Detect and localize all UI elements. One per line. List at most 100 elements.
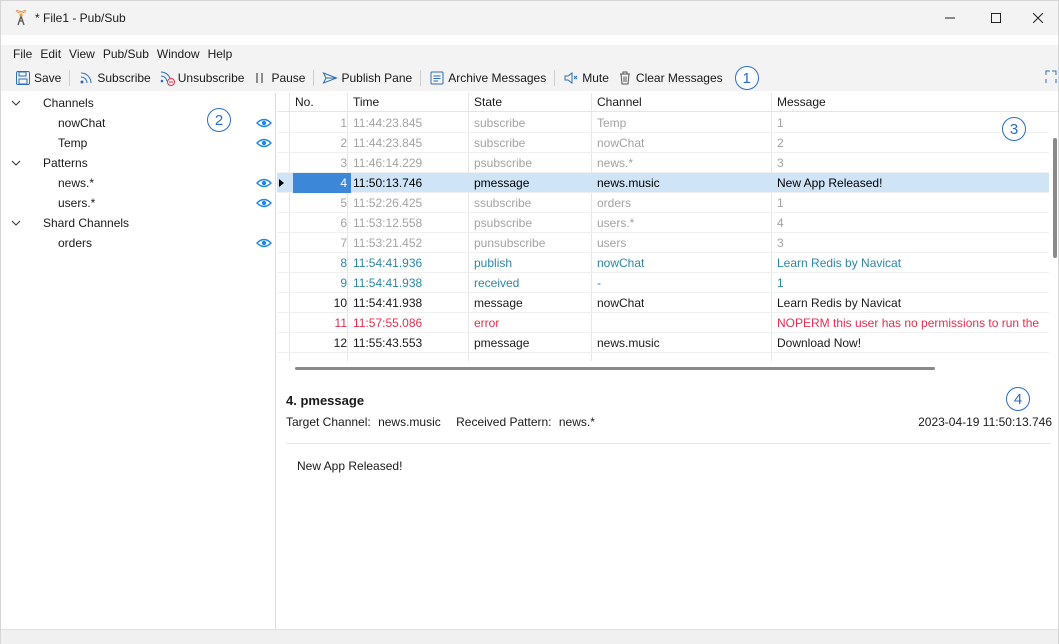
table-row[interactable]: 5 11:52:26.425 ssubscribe orders 1 xyxy=(277,193,1049,213)
table-row[interactable]: 2 11:44:23.845 subscribe nowChat 2 xyxy=(277,133,1049,153)
tree-item-orders[interactable]: orders xyxy=(1,233,275,253)
cell-number: 11 xyxy=(334,316,347,330)
tree-group-shard-channels[interactable]: Shard Channels xyxy=(1,213,275,233)
callout-marker-4: 4 xyxy=(1006,387,1030,411)
cell-number: 2 xyxy=(340,136,347,150)
pause-button[interactable]: Pause xyxy=(248,67,309,89)
table-row[interactable]: 8 11:54:41.936 publish nowChat Learn Redis b… xyxy=(277,253,1049,273)
cell-state: message xyxy=(474,296,523,310)
eye-icon[interactable] xyxy=(256,117,272,129)
eye-icon[interactable] xyxy=(256,137,272,149)
column-header-no[interactable]: No. xyxy=(295,95,314,109)
cell-time: 11:50:13.746 xyxy=(353,176,423,190)
tree-item-label: news.* xyxy=(58,176,95,190)
archive-messages-button[interactable]: Archive Messages xyxy=(425,67,550,89)
eye-icon[interactable] xyxy=(256,197,272,209)
grid-header: No. Time State Channel Message xyxy=(277,93,1058,112)
menu-help[interactable]: Help xyxy=(204,45,237,65)
eye-icon[interactable] xyxy=(256,177,272,189)
pause-icon xyxy=(256,73,264,83)
column-header-time[interactable]: Time xyxy=(353,95,379,109)
received-pattern-label: Received Pattern: xyxy=(456,415,552,429)
cell-message: 3 xyxy=(777,236,784,250)
horizontal-scrollbar[interactable] xyxy=(295,367,935,370)
unsubscribe-button[interactable]: Unsubscribe xyxy=(155,67,249,89)
tree-item-label: orders xyxy=(58,236,93,250)
tree-group-label: Shard Channels xyxy=(43,216,130,230)
table-row[interactable]: 7 11:53:21.452 punsubscribe users 3 xyxy=(277,233,1049,253)
tree-group-patterns[interactable]: Patterns xyxy=(1,153,275,173)
table-row[interactable]: 3 11:46:14.229 psubscribe news.* 3 xyxy=(277,153,1049,173)
tree-item-users[interactable]: users.* xyxy=(1,193,275,213)
clear-messages-button[interactable]: Clear Messages xyxy=(613,67,727,89)
cell-message: New App Released! xyxy=(777,176,883,190)
menu-file[interactable]: File xyxy=(9,45,36,65)
minimize-button[interactable] xyxy=(927,1,973,35)
cell-channel: nowChat xyxy=(597,256,645,270)
cell-time: 11:44:23.845 xyxy=(353,136,423,150)
tree-item-news[interactable]: news.* xyxy=(1,173,275,193)
cell-channel: - xyxy=(597,276,601,290)
send-icon xyxy=(322,72,339,84)
target-channel-label: Target Channel: xyxy=(286,415,371,429)
mute-button[interactable]: Mute xyxy=(559,67,613,89)
chevron-down-icon[interactable] xyxy=(10,153,22,173)
vertical-scrollbar[interactable] xyxy=(1052,93,1058,361)
menu-window[interactable]: Window xyxy=(153,45,204,65)
cell-state: publish xyxy=(474,256,513,270)
cell-channel: users.* xyxy=(597,216,635,230)
detail-message-body: New App Released! xyxy=(297,459,403,473)
tree-item-label: Temp xyxy=(58,136,88,150)
chevron-down-icon[interactable] xyxy=(10,93,22,113)
column-header-state[interactable]: State xyxy=(474,95,502,109)
cell-state: ssubscribe xyxy=(474,196,532,210)
cell-number: 10 xyxy=(333,296,347,310)
table-row[interactable]: 11 11:57:55.086 error NOPERM this user has … xyxy=(277,313,1049,333)
table-row[interactable]: 6 11:53:12.558 psubscribe users.* 4 xyxy=(277,213,1049,233)
save-button[interactable]: Save xyxy=(11,67,65,89)
callout-marker-2: 2 xyxy=(207,108,231,132)
cell-number: 9 xyxy=(340,276,347,290)
expand-icon[interactable] xyxy=(1045,70,1057,84)
cell-message: 1 xyxy=(777,276,784,290)
cell-time: 11:54:41.938 xyxy=(353,276,423,290)
archive-icon xyxy=(430,71,444,85)
close-button[interactable] xyxy=(1019,1,1057,35)
table-row[interactable]: 10 11:54:41.938 message nowChat Learn Redis … xyxy=(277,293,1049,313)
unsubscribe-label: Unsubscribe xyxy=(177,71,245,85)
cell-number: 6 xyxy=(340,216,347,230)
eye-icon[interactable] xyxy=(256,237,272,249)
menu-pubsub[interactable]: Pub/Sub xyxy=(99,45,153,65)
toolbar-divider xyxy=(69,70,71,86)
status-bar xyxy=(1,629,1058,644)
menu-bar: File Edit View Pub/Sub Window Help xyxy=(1,45,1058,65)
subscribe-button[interactable]: Subscribe xyxy=(74,67,154,89)
cell-state: pmessage xyxy=(474,176,530,190)
app-window: * File1 - Pub/Sub File Edit View Pub/Sub… xyxy=(0,0,1059,644)
cell-time: 11:53:12.558 xyxy=(353,216,423,230)
scrollbar-thumb[interactable] xyxy=(1053,138,1057,258)
table-row[interactable]: 4 11:50:13.746 pmessage news.music New App R… xyxy=(277,173,1049,193)
publish-pane-button[interactable]: Publish Pane xyxy=(318,67,416,89)
save-icon xyxy=(16,71,30,85)
detail-timestamp: 2023-04-19 11:50:13.746 xyxy=(918,415,1052,429)
cell-channel: nowChat xyxy=(597,296,645,310)
cell-message: Learn Redis by Navicat xyxy=(777,296,902,310)
cell-number: 1 xyxy=(340,116,347,130)
table-row[interactable]: 1 11:44:23.845 subscribe Temp 1 xyxy=(277,113,1049,133)
cell-time: 11:53:21.452 xyxy=(353,236,423,250)
column-header-channel[interactable]: Channel xyxy=(597,95,642,109)
tree-group-label: Patterns xyxy=(43,156,88,170)
column-header-message[interactable]: Message xyxy=(777,95,826,109)
tree-item-temp[interactable]: Temp xyxy=(1,133,275,153)
tree-item-nowchat[interactable]: nowChat xyxy=(1,113,275,133)
tree-group-channels[interactable]: Channels xyxy=(1,93,275,113)
detail-title: 4. pmessage xyxy=(286,393,365,408)
table-row[interactable]: 12 11:55:43.553 pmessage news.music Download… xyxy=(277,333,1049,353)
maximize-button[interactable] xyxy=(973,1,1019,35)
menu-edit[interactable]: Edit xyxy=(36,45,65,65)
table-row[interactable]: 9 11:54:41.938 received - 1 xyxy=(277,273,1049,293)
chevron-down-icon[interactable] xyxy=(10,213,22,233)
cell-state: psubscribe xyxy=(474,156,533,170)
menu-view[interactable]: View xyxy=(65,45,99,65)
